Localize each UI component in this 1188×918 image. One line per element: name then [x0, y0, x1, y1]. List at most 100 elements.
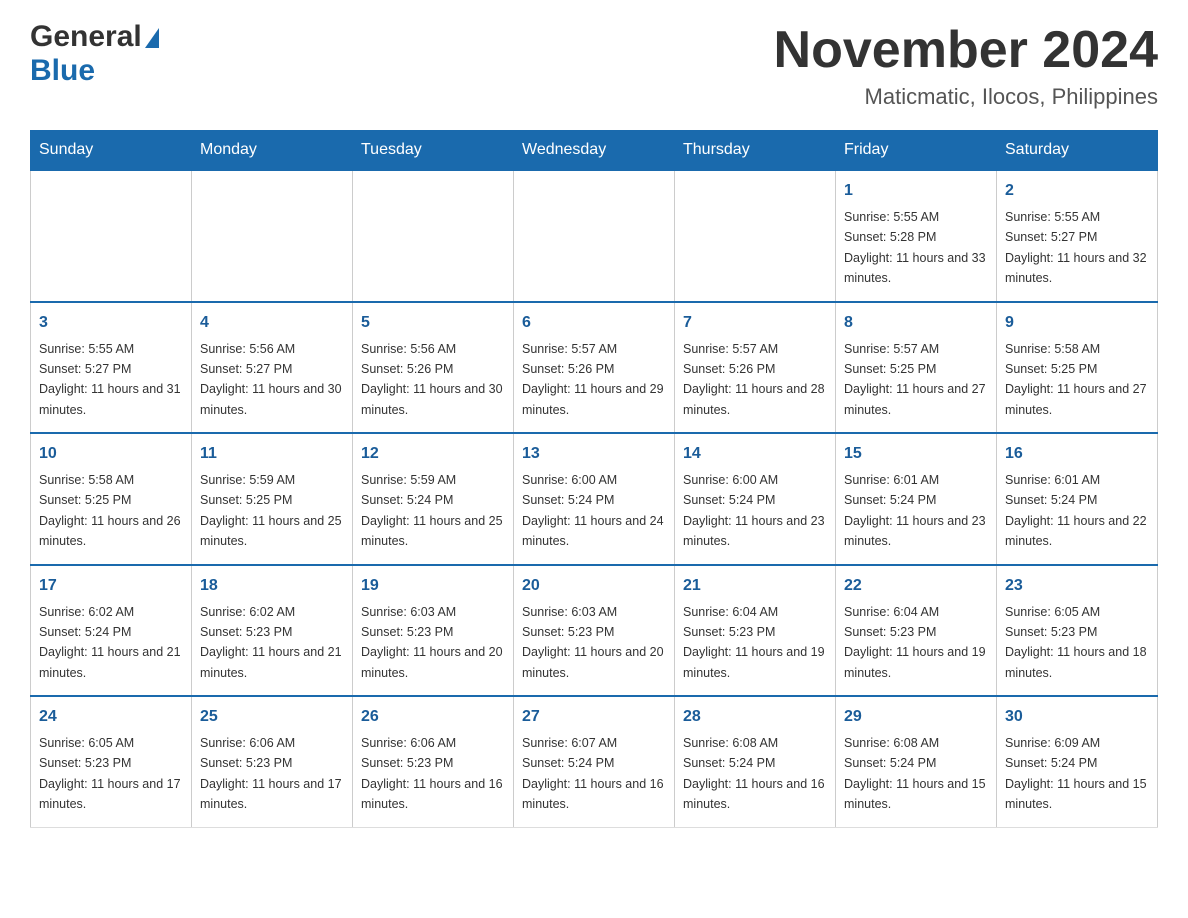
calendar-cell: 4 Sunrise: 5:56 AMSunset: 5:27 PMDaylight… [192, 302, 353, 434]
col-friday: Friday [836, 131, 997, 171]
calendar-cell: 29 Sunrise: 6:08 AMSunset: 5:24 PMDayligh… [836, 696, 997, 827]
col-wednesday: Wednesday [514, 131, 675, 171]
day-info: Sunrise: 6:08 AMSunset: 5:24 PMDaylight:… [683, 736, 825, 811]
day-info: Sunrise: 6:06 AMSunset: 5:23 PMDaylight:… [361, 736, 503, 811]
day-number: 24 [39, 705, 183, 729]
day-info: Sunrise: 6:03 AMSunset: 5:23 PMDaylight:… [361, 605, 503, 680]
day-number: 23 [1005, 574, 1149, 598]
day-number: 19 [361, 574, 505, 598]
day-info: Sunrise: 6:04 AMSunset: 5:23 PMDaylight:… [683, 605, 825, 680]
calendar-cell: 24 Sunrise: 6:05 AMSunset: 5:23 PMDayligh… [31, 696, 192, 827]
col-monday: Monday [192, 131, 353, 171]
calendar-body: 1Sunrise: 5:55 AMSunset: 5:28 PMDaylight… [31, 170, 1158, 827]
day-number: 28 [683, 705, 827, 729]
logo-blue-text: Blue [30, 54, 95, 87]
week-row-2: 3Sunrise: 5:55 AMSunset: 5:27 PMDaylight… [31, 302, 1158, 434]
day-info: Sunrise: 5:57 AMSunset: 5:25 PMDaylight:… [844, 342, 986, 417]
calendar-cell: 23 Sunrise: 6:05 AMSunset: 5:23 PMDayligh… [997, 565, 1158, 697]
calendar-cell: 5 Sunrise: 5:56 AMSunset: 5:26 PMDaylight… [353, 302, 514, 434]
calendar-cell: 28 Sunrise: 6:08 AMSunset: 5:24 PMDayligh… [675, 696, 836, 827]
day-number: 30 [1005, 705, 1149, 729]
title-block: November 2024 Maticmatic, Ilocos, Philip… [774, 20, 1158, 110]
day-number: 9 [1005, 311, 1149, 335]
calendar-header: Sunday Monday Tuesday Wednesday Thursday… [31, 131, 1158, 171]
day-info: Sunrise: 5:59 AMSunset: 5:25 PMDaylight:… [200, 473, 342, 548]
day-info: Sunrise: 6:01 AMSunset: 5:24 PMDaylight:… [1005, 473, 1147, 548]
day-info: Sunrise: 6:01 AMSunset: 5:24 PMDaylight:… [844, 473, 986, 548]
day-info: Sunrise: 6:05 AMSunset: 5:23 PMDaylight:… [1005, 605, 1147, 680]
calendar-cell: 19 Sunrise: 6:03 AMSunset: 5:23 PMDayligh… [353, 565, 514, 697]
calendar-cell: 13Sunrise: 6:00 AMSunset: 5:24 PMDayligh… [514, 433, 675, 565]
day-info: Sunrise: 5:55 AMSunset: 5:27 PMDaylight:… [1005, 210, 1147, 285]
week-row-1: 1Sunrise: 5:55 AMSunset: 5:28 PMDaylight… [31, 170, 1158, 302]
calendar-cell: 8 Sunrise: 5:57 AMSunset: 5:25 PMDaylight… [836, 302, 997, 434]
calendar-cell: 1Sunrise: 5:55 AMSunset: 5:28 PMDaylight… [836, 170, 997, 302]
calendar-cell [514, 170, 675, 302]
day-number: 6 [522, 311, 666, 335]
day-number: 17 [39, 574, 183, 598]
day-info: Sunrise: 6:08 AMSunset: 5:24 PMDaylight:… [844, 736, 986, 811]
main-title: November 2024 [774, 20, 1158, 80]
calendar-cell: 9 Sunrise: 5:58 AMSunset: 5:25 PMDaylight… [997, 302, 1158, 434]
calendar-cell: 16 Sunrise: 6:01 AMSunset: 5:24 PMDayligh… [997, 433, 1158, 565]
day-info: Sunrise: 6:00 AMSunset: 5:24 PMDaylight:… [683, 473, 825, 548]
logo: General Blue [30, 20, 159, 88]
day-number: 4 [200, 311, 344, 335]
day-info: Sunrise: 6:09 AMSunset: 5:24 PMDaylight:… [1005, 736, 1147, 811]
week-row-5: 24 Sunrise: 6:05 AMSunset: 5:23 PMDayligh… [31, 696, 1158, 827]
day-info: Sunrise: 5:56 AMSunset: 5:27 PMDaylight:… [200, 342, 342, 417]
day-info: Sunrise: 5:56 AMSunset: 5:26 PMDaylight:… [361, 342, 503, 417]
calendar-cell: 17 Sunrise: 6:02 AMSunset: 5:24 PMDayligh… [31, 565, 192, 697]
calendar-cell: 30 Sunrise: 6:09 AMSunset: 5:24 PMDayligh… [997, 696, 1158, 827]
day-number: 27 [522, 705, 666, 729]
calendar-cell: 3Sunrise: 5:55 AMSunset: 5:27 PMDaylight… [31, 302, 192, 434]
day-number: 5 [361, 311, 505, 335]
day-info: Sunrise: 5:57 AMSunset: 5:26 PMDaylight:… [522, 342, 664, 417]
calendar-cell: 2 Sunrise: 5:55 AMSunset: 5:27 PMDaylight… [997, 170, 1158, 302]
calendar-cell [353, 170, 514, 302]
day-number: 10 [39, 442, 183, 466]
calendar-cell: 26 Sunrise: 6:06 AMSunset: 5:23 PMDayligh… [353, 696, 514, 827]
day-number: 21 [683, 574, 827, 598]
day-number: 18 [200, 574, 344, 598]
calendar-cell: 11 Sunrise: 5:59 AMSunset: 5:25 PMDayligh… [192, 433, 353, 565]
day-number: 8 [844, 311, 988, 335]
day-number: 20 [522, 574, 666, 598]
day-info: Sunrise: 6:03 AMSunset: 5:23 PMDaylight:… [522, 605, 664, 680]
logo-arrow-icon [145, 28, 159, 48]
calendar-cell [31, 170, 192, 302]
day-info: Sunrise: 5:58 AMSunset: 5:25 PMDaylight:… [39, 473, 181, 548]
day-number: 29 [844, 705, 988, 729]
day-number: 16 [1005, 442, 1149, 466]
day-info: Sunrise: 6:04 AMSunset: 5:23 PMDaylight:… [844, 605, 986, 680]
day-number: 26 [361, 705, 505, 729]
day-info: Sunrise: 6:05 AMSunset: 5:23 PMDaylight:… [39, 736, 181, 811]
col-sunday: Sunday [31, 131, 192, 171]
day-info: Sunrise: 6:00 AMSunset: 5:24 PMDaylight:… [522, 473, 664, 548]
day-info: Sunrise: 6:02 AMSunset: 5:24 PMDaylight:… [39, 605, 181, 680]
day-number: 11 [200, 442, 344, 466]
calendar-cell: 10 Sunrise: 5:58 AMSunset: 5:25 PMDayligh… [31, 433, 192, 565]
calendar-cell [192, 170, 353, 302]
col-saturday: Saturday [997, 131, 1158, 171]
location-subtitle: Maticmatic, Ilocos, Philippines [774, 84, 1158, 110]
week-row-3: 10 Sunrise: 5:58 AMSunset: 5:25 PMDayligh… [31, 433, 1158, 565]
day-info: Sunrise: 6:06 AMSunset: 5:23 PMDaylight:… [200, 736, 342, 811]
day-info: Sunrise: 5:57 AMSunset: 5:26 PMDaylight:… [683, 342, 825, 417]
day-number: 2 [1005, 179, 1149, 203]
day-number: 22 [844, 574, 988, 598]
calendar-cell: 21 Sunrise: 6:04 AMSunset: 5:23 PMDayligh… [675, 565, 836, 697]
calendar-cell: 25Sunrise: 6:06 AMSunset: 5:23 PMDayligh… [192, 696, 353, 827]
logo-general-text: General [30, 20, 142, 54]
calendar-cell: 27 Sunrise: 6:07 AMSunset: 5:24 PMDayligh… [514, 696, 675, 827]
day-info: Sunrise: 6:07 AMSunset: 5:24 PMDaylight:… [522, 736, 664, 811]
calendar-cell: 7Sunrise: 5:57 AMSunset: 5:26 PMDaylight… [675, 302, 836, 434]
col-thursday: Thursday [675, 131, 836, 171]
day-number: 12 [361, 442, 505, 466]
calendar-cell: 18Sunrise: 6:02 AMSunset: 5:23 PMDayligh… [192, 565, 353, 697]
day-info: Sunrise: 5:58 AMSunset: 5:25 PMDaylight:… [1005, 342, 1147, 417]
calendar-cell: 15Sunrise: 6:01 AMSunset: 5:24 PMDayligh… [836, 433, 997, 565]
day-info: Sunrise: 5:55 AMSunset: 5:27 PMDaylight:… [39, 342, 181, 417]
calendar-table: Sunday Monday Tuesday Wednesday Thursday… [30, 130, 1158, 828]
calendar-cell: 20 Sunrise: 6:03 AMSunset: 5:23 PMDayligh… [514, 565, 675, 697]
